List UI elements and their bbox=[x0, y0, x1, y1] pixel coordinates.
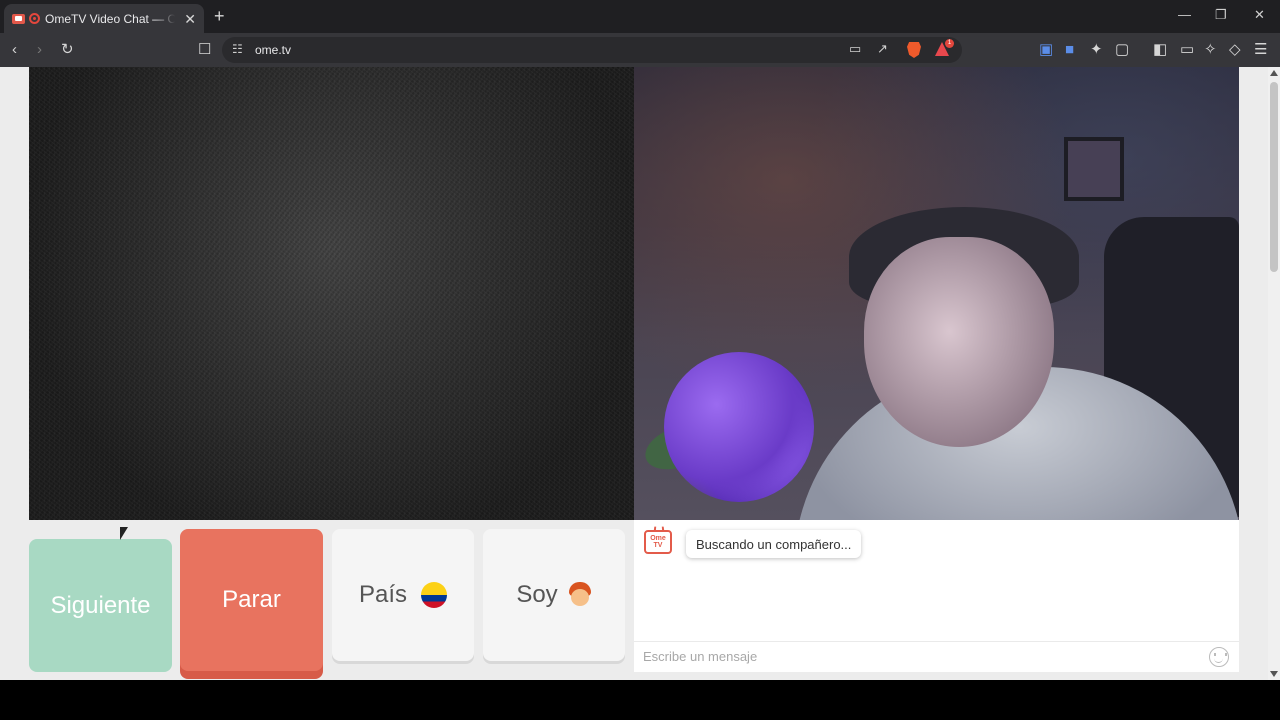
own-camera-video bbox=[634, 67, 1239, 520]
country-button[interactable]: País bbox=[332, 529, 474, 661]
stop-button[interactable]: Parar bbox=[180, 529, 323, 671]
partner-video-static bbox=[29, 67, 634, 520]
status-message: Buscando un compañero... bbox=[686, 530, 862, 558]
gender-button-label: Soy bbox=[516, 581, 558, 608]
share-icon[interactable]: ↗ bbox=[877, 41, 888, 57]
chat-panel: Ome TV Buscando un compañero... bbox=[634, 520, 1239, 672]
translate-extension-icon[interactable]: ▣ bbox=[1039, 41, 1053, 59]
scroll-up-arrow-icon[interactable] bbox=[1270, 70, 1278, 76]
ometv-favicon-icon bbox=[12, 13, 25, 24]
brave-shields-icon[interactable] bbox=[907, 42, 921, 58]
person-face bbox=[864, 237, 1054, 447]
site-settings-icon[interactable]: ☷ bbox=[232, 42, 243, 56]
message-input[interactable] bbox=[643, 649, 1183, 664]
browser-toolbar: ‹ › ↻ ☐ ☷ ome.tv ▭ ↗ 1 ▣ ■ ✦ ▢ ◧ ▭ ✧ ◇ ☰ bbox=[0, 33, 1280, 67]
leo-ai-icon[interactable]: ✧ bbox=[1204, 41, 1217, 59]
next-button[interactable]: Siguiente bbox=[29, 539, 172, 672]
tab-title: OmeTV Video Chat — Omegle bbox=[45, 11, 175, 26]
static-noise bbox=[29, 67, 634, 520]
menu-icon[interactable]: ☰ bbox=[1254, 41, 1267, 59]
extensions-puzzle-icon[interactable]: ✦ bbox=[1090, 41, 1103, 59]
vpn-shield-icon[interactable]: ◇ bbox=[1229, 41, 1241, 59]
reload-icon[interactable]: ↻ bbox=[61, 41, 74, 59]
stop-button-label: Parar bbox=[222, 586, 281, 613]
purple-flowers bbox=[664, 352, 814, 502]
next-button-label: Siguiente bbox=[50, 591, 151, 619]
recording-icon bbox=[29, 13, 40, 24]
tab-close-icon[interactable]: ✕ bbox=[184, 12, 196, 26]
screenshot-icon[interactable]: ▢ bbox=[1115, 41, 1129, 59]
colombia-flag-icon bbox=[421, 582, 448, 608]
ometv-logo-icon: Ome TV bbox=[644, 526, 672, 554]
message-bar bbox=[634, 641, 1239, 672]
close-window-button[interactable]: ✕ bbox=[1254, 8, 1265, 22]
scroll-down-arrow-icon[interactable] bbox=[1270, 671, 1278, 677]
forward-arrow-icon[interactable]: › bbox=[37, 41, 42, 59]
extension-icon[interactable]: ■ bbox=[1065, 41, 1074, 59]
mouse-cursor-icon bbox=[120, 527, 128, 540]
picture-frame bbox=[1064, 137, 1124, 201]
emoji-smile-icon[interactable] bbox=[1209, 647, 1229, 667]
minimize-button[interactable]: — bbox=[1178, 8, 1191, 22]
boy-emoji-icon bbox=[568, 582, 592, 608]
page-content: Siguiente Parar País Soy Ome TV Buscando… bbox=[0, 67, 1268, 680]
scrollbar-thumb[interactable] bbox=[1270, 82, 1278, 272]
bookmark-icon[interactable]: ☐ bbox=[198, 41, 211, 59]
sidebar-icon[interactable]: ◧ bbox=[1153, 41, 1167, 59]
country-button-label: País bbox=[358, 581, 408, 608]
maximize-button[interactable]: ❐ bbox=[1215, 8, 1227, 22]
address-bar[interactable]: ☷ ome.tv ▭ ↗ 1 bbox=[222, 37, 962, 63]
cast-icon[interactable]: ▭ bbox=[849, 41, 861, 57]
browser-tab[interactable]: OmeTV Video Chat — Omegle ✕ bbox=[4, 4, 204, 33]
gender-button[interactable]: Soy bbox=[483, 529, 625, 661]
browser-tab-strip: OmeTV Video Chat — Omegle ✕ + — ❐ ✕ bbox=[0, 0, 1280, 33]
rewards-badge: 1 bbox=[945, 39, 954, 48]
page-scrollbar[interactable] bbox=[1268, 67, 1280, 680]
url-text[interactable]: ome.tv bbox=[255, 43, 291, 57]
back-arrow-icon[interactable]: ‹ bbox=[12, 41, 17, 59]
new-tab-button[interactable]: + bbox=[214, 7, 225, 25]
wallet-icon[interactable]: ▭ bbox=[1180, 41, 1194, 59]
